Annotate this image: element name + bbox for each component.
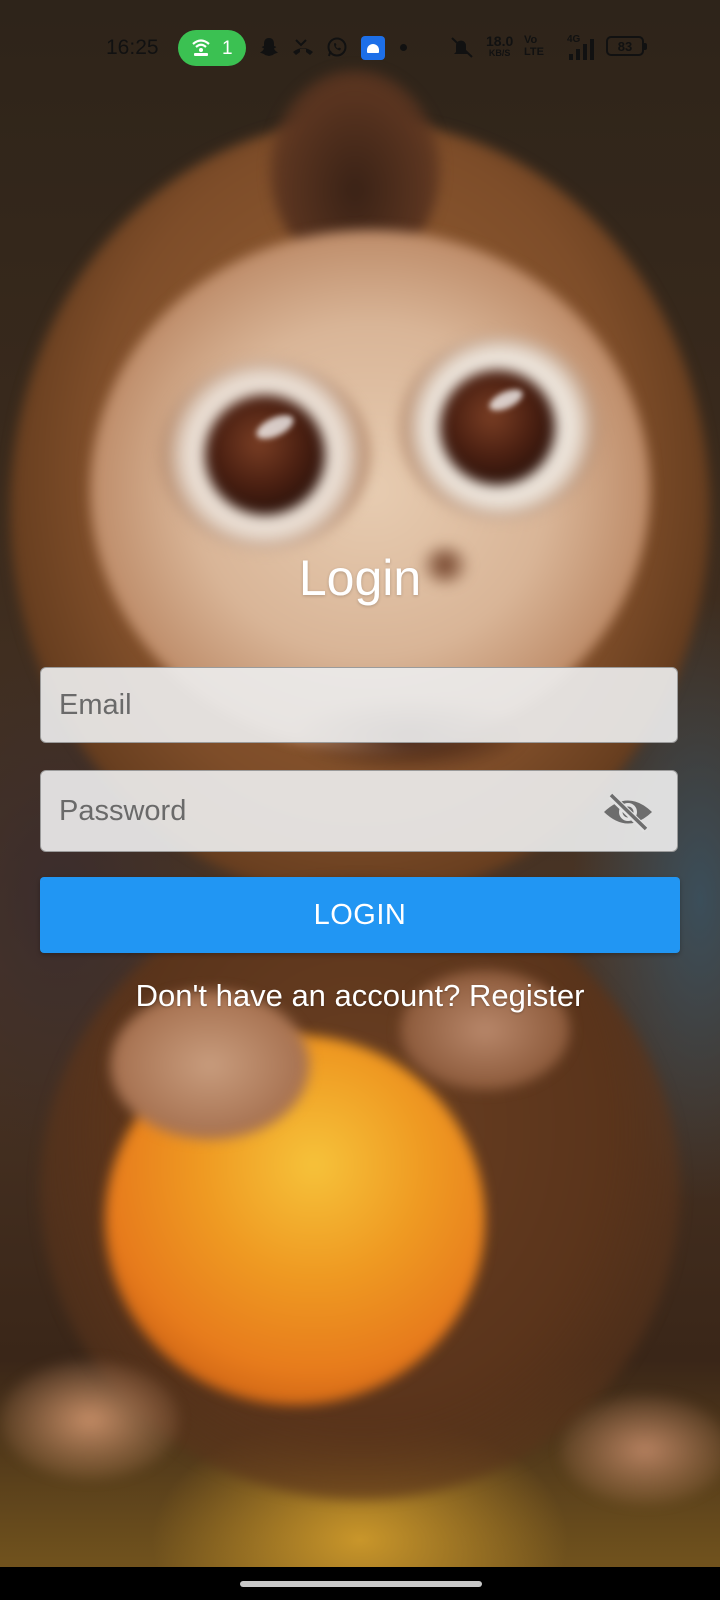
network-speed-unit: KB/S bbox=[488, 48, 511, 58]
battery-level: 83 bbox=[617, 39, 633, 54]
hotspot-count: 1 bbox=[222, 38, 233, 59]
monkey-left-eye bbox=[205, 395, 325, 515]
signal-bar bbox=[569, 54, 573, 60]
missed-call-icon bbox=[290, 36, 316, 62]
home-indicator[interactable] bbox=[240, 1581, 482, 1587]
volte-top: Vo bbox=[524, 34, 538, 46]
navigation-bar bbox=[0, 1567, 720, 1600]
whatsapp-icon bbox=[326, 36, 348, 62]
snapchat-icon bbox=[258, 36, 280, 62]
volte-icon: Vo LTE bbox=[524, 34, 544, 58]
status-bar: 16:25 1 18.0 KB/S Vo LTE 4G 83 bbox=[0, 24, 720, 72]
login-button[interactable]: LOGIN bbox=[40, 877, 680, 953]
register-link[interactable]: Don't have an account? Register bbox=[0, 978, 720, 1014]
android-app-icon bbox=[361, 36, 385, 60]
password-input[interactable] bbox=[41, 771, 677, 851]
password-field-container bbox=[40, 770, 678, 852]
notification-dot bbox=[400, 44, 407, 51]
signal-bar bbox=[576, 49, 580, 60]
signal-bar bbox=[583, 44, 587, 60]
signal-bar bbox=[590, 39, 594, 60]
email-input[interactable] bbox=[41, 668, 677, 742]
monkey-left-foot bbox=[0, 1360, 180, 1480]
network-type: 4G bbox=[567, 34, 581, 45]
monkey-right-foot bbox=[560, 1395, 720, 1505]
battery-icon: 83 bbox=[606, 36, 647, 56]
volte-bottom: LTE bbox=[524, 46, 544, 58]
hotspot-icon bbox=[190, 37, 212, 62]
email-field-container bbox=[40, 667, 678, 743]
password-visibility-toggle-icon[interactable] bbox=[601, 792, 655, 833]
login-title: Login bbox=[298, 550, 422, 606]
mute-vibrate-icon bbox=[448, 36, 476, 62]
network-speed-value: 18.0 bbox=[486, 33, 514, 49]
hotspot-indicator[interactable]: 1 bbox=[178, 30, 246, 66]
status-time: 16:25 bbox=[106, 36, 159, 59]
signal-icon: 4G bbox=[567, 34, 601, 60]
network-speed: 18.0 KB/S bbox=[486, 34, 513, 58]
monkey-right-eye bbox=[440, 370, 555, 485]
